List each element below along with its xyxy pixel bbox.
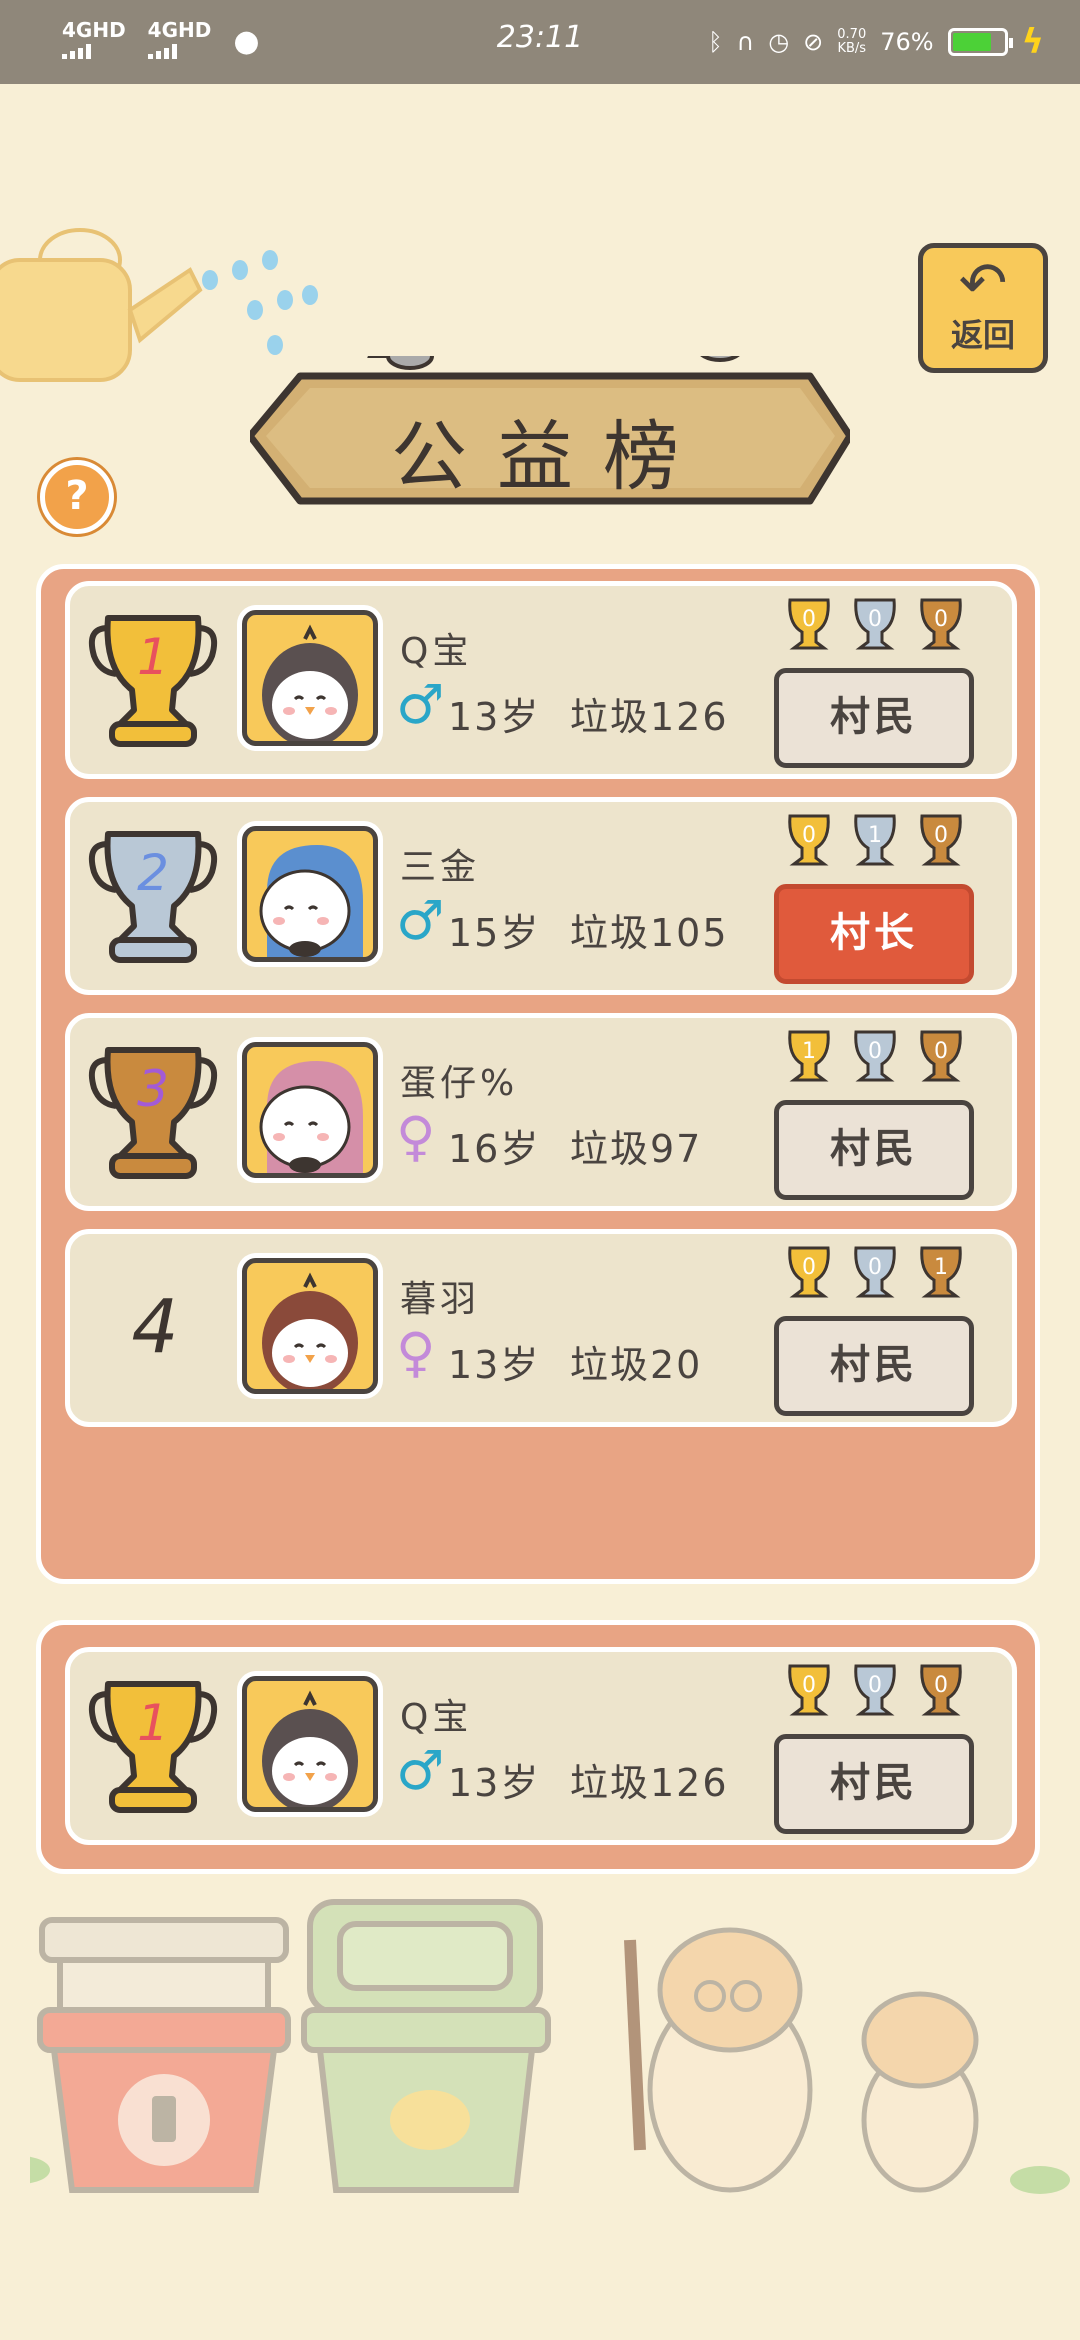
trash-count: 垃圾20 <box>570 1343 703 1387</box>
trash-count: 垃圾97 <box>570 1127 703 1171</box>
female-icon: ♀ <box>396 1321 436 1384</box>
male-icon: ♂ <box>396 673 445 736</box>
leaderboard-row[interactable]: 3 蛋仔% ♀ 16岁 垃圾97 1 0 0 村民 <box>65 1013 1017 1211</box>
help-button[interactable]: ? <box>40 460 114 534</box>
back-button[interactable]: ↶ 返回 <box>918 243 1048 373</box>
player-name: 三金 <box>400 847 481 888</box>
status-bar: 4GHD 4GHD ● 23:11 ᛒ ∩ ◷ ⊘ 0.70 KB/s 76% … <box>0 0 1080 84</box>
gold-trophy-icon: 1 <box>88 615 218 747</box>
gold-mini-trophy-icon: 0 <box>788 598 830 650</box>
svg-text:1: 1 <box>802 1039 816 1064</box>
bronze-mini-trophy-icon: 0 <box>920 814 962 866</box>
player-age: 13岁 <box>448 1761 541 1805</box>
gold-mini-trophy-icon: 1 <box>788 1030 830 1082</box>
trash-count: 垃圾126 <box>570 1761 729 1805</box>
gold-mini-trophy-icon: 0 <box>788 1246 830 1298</box>
avatar[interactable] <box>242 1258 378 1394</box>
role-button[interactable]: 村民 <box>774 1100 974 1200</box>
mute-icon: ⊘ <box>803 28 824 56</box>
silver-mini-trophy-icon: 0 <box>854 1246 896 1298</box>
avatar[interactable] <box>242 1042 378 1178</box>
player-age: 13岁 <box>448 1343 541 1387</box>
rank-label: 3 <box>137 1060 169 1118</box>
svg-text:0: 0 <box>934 607 948 632</box>
green-bin-icon <box>301 1899 551 2193</box>
penguin-avatar-icon <box>262 1272 358 1389</box>
male-icon: ♂ <box>396 889 445 952</box>
svg-text:0: 0 <box>868 1255 882 1280</box>
silver-mini-trophy-icon: 0 <box>854 1664 896 1716</box>
penguin-avatar-icon <box>262 624 358 741</box>
rank-label: 2 <box>137 844 169 902</box>
svg-text:1: 1 <box>934 1255 948 1280</box>
female-icon: ♀ <box>396 1105 436 1168</box>
svg-text:0: 0 <box>934 1673 948 1698</box>
hedgehog-avatar-icon <box>259 845 363 957</box>
svg-text:0: 0 <box>802 1255 816 1280</box>
avatar[interactable] <box>242 610 378 746</box>
svg-text:1: 1 <box>868 823 882 848</box>
bronze-trophy-icon: 3 <box>88 1047 218 1179</box>
bronze-mini-trophy-icon: 0 <box>920 1030 962 1082</box>
bronze-mini-trophy-icon: 0 <box>920 1664 962 1716</box>
male-icon: ♂ <box>396 1739 445 1802</box>
battery-icon <box>947 28 1013 56</box>
net-speed: 0.70 KB/s <box>837 27 867 56</box>
leaderboard-row[interactable]: 2 三金 ♂ 15岁 垃圾105 0 1 0 村长 <box>65 797 1017 995</box>
player-age: 16岁 <box>448 1127 541 1171</box>
hamster-elder-icon <box>624 1927 813 2193</box>
player-name: 暮羽 <box>400 1279 481 1320</box>
role-button[interactable]: 村民 <box>774 1734 974 1834</box>
player-name: 蛋仔% <box>400 1063 519 1104</box>
svg-text:0: 0 <box>802 1673 816 1698</box>
my-rank-row[interactable]: 1 Q宝 ♂ 13岁 垃圾126 0 0 0 村民 <box>65 1647 1017 1845</box>
player-name: Q宝 <box>400 631 473 672</box>
player-age: 15岁 <box>448 911 541 955</box>
trash-count: 垃圾105 <box>570 911 729 955</box>
rank-label: 1 <box>137 628 169 686</box>
bluetooth-icon: ᛒ <box>708 28 723 56</box>
svg-text:0: 0 <box>868 607 882 632</box>
rank-label: 1 <box>137 1694 169 1752</box>
rank-number: 4 <box>131 1284 179 1370</box>
leaderboard-panel: 1 Q宝 ♂ 13岁 垃圾126 0 0 0 村民 2 三金 ♂ 15岁 垃圾1… <box>36 564 1040 1584</box>
svg-text:0: 0 <box>802 607 816 632</box>
headphones-icon: ∩ <box>736 28 755 56</box>
svg-text:0: 0 <box>868 1673 882 1698</box>
avatar[interactable] <box>242 826 378 962</box>
player-name: Q宝 <box>400 1697 473 1738</box>
back-arrow-icon: ↶ <box>958 249 1008 317</box>
my-rank-panel: 1 Q宝 ♂ 13岁 垃圾126 0 0 0 村民 <box>36 1620 1040 1874</box>
hamster-child-icon <box>861 1991 979 2193</box>
avatar[interactable] <box>242 1676 378 1812</box>
silver-trophy-icon: 2 <box>88 831 218 963</box>
trash-count: 垃圾126 <box>570 695 729 739</box>
role-button[interactable]: 村长 <box>774 884 974 984</box>
silver-mini-trophy-icon: 0 <box>854 598 896 650</box>
svg-text:0: 0 <box>934 1039 948 1064</box>
leaderboard-row[interactable]: 1 Q宝 ♂ 13岁 垃圾126 0 0 0 村民 <box>65 581 1017 779</box>
svg-text:0: 0 <box>868 1039 882 1064</box>
gold-mini-trophy-icon: 0 <box>788 814 830 866</box>
silver-mini-trophy-icon: 0 <box>854 1030 896 1082</box>
battery-percent: 76% <box>880 28 934 56</box>
bronze-mini-trophy-icon: 0 <box>920 598 962 650</box>
role-button[interactable]: 村民 <box>774 1316 974 1416</box>
bronze-mini-trophy-icon: 1 <box>920 1246 962 1298</box>
svg-text:0: 0 <box>802 823 816 848</box>
silver-mini-trophy-icon: 1 <box>854 814 896 866</box>
player-age: 13岁 <box>448 695 541 739</box>
svg-text:0: 0 <box>934 823 948 848</box>
penguin-avatar-icon <box>262 1690 358 1807</box>
gold-trophy-icon: 1 <box>88 1681 218 1813</box>
gold-mini-trophy-icon: 0 <box>788 1664 830 1716</box>
leaderboard-row[interactable]: 4 暮羽 ♀ 13岁 垃圾20 0 0 1 村民 <box>65 1229 1017 1427</box>
red-bin-icon <box>37 1917 291 2193</box>
trash-bins-scene <box>30 1899 1070 2194</box>
alarm-icon: ◷ <box>768 28 790 56</box>
charging-icon: ϟ <box>1021 22 1044 62</box>
role-button[interactable]: 村民 <box>774 668 974 768</box>
page-title: 公益榜 <box>391 412 709 501</box>
hedgehog-avatar-icon <box>259 1061 363 1173</box>
